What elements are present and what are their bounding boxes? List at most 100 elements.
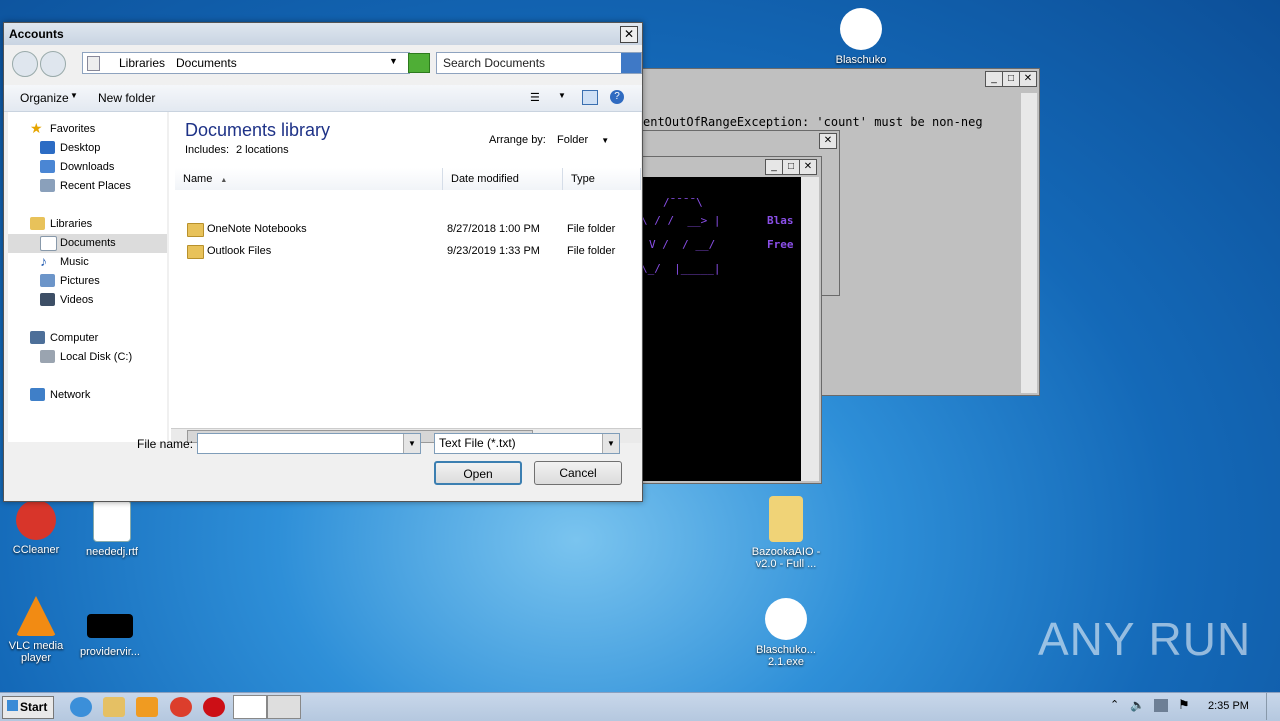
chevron-down-icon: ▼ [70, 91, 78, 100]
file-dialog[interactable]: Accounts ✕ Libraries Documents ▼ Search … [3, 22, 643, 502]
organize-button[interactable]: Organize [20, 91, 69, 105]
new-folder-button[interactable]: New folder [98, 91, 155, 105]
nav-label: Libraries [50, 218, 93, 230]
search-input[interactable]: Search Documents [436, 52, 642, 74]
nav-libraries[interactable]: Libraries [30, 215, 92, 233]
desktop-icon-bazooka[interactable]: BazookaAIO - v2.0 - Full ... [746, 496, 826, 570]
arrange-by-dropdown[interactable]: Folder ▼ [557, 134, 609, 146]
help-icon[interactable]: ? [610, 90, 624, 104]
network-icon [30, 388, 45, 401]
ascii-line: \_/ |_____| [641, 262, 721, 275]
flag-icon[interactable]: ⚑ [1178, 697, 1190, 713]
desktop-icon [40, 141, 55, 154]
recent-places-icon [40, 179, 55, 192]
nav-downloads[interactable]: Downloads [40, 158, 114, 176]
speaker-icon[interactable]: 🔈 [1130, 698, 1145, 712]
column-header-date[interactable]: Date modified [443, 168, 563, 190]
ie-icon[interactable] [70, 697, 92, 717]
refresh-button[interactable] [408, 53, 430, 73]
media-player-icon[interactable] [136, 697, 158, 717]
hard-drive-icon [40, 350, 55, 363]
breadcrumb-documents[interactable]: Documents [176, 56, 237, 70]
blaschuko-logo-icon [840, 8, 882, 50]
nav-label: Pictures [60, 275, 100, 287]
taskbar-blaschuko-2[interactable] [267, 695, 301, 719]
file-row[interactable]: Outlook Files 9/23/2019 1:33 PM File fol… [169, 241, 641, 261]
word-document-icon [93, 500, 131, 542]
chevron-down-icon[interactable]: ▼ [602, 434, 619, 453]
breadcrumb-libraries[interactable]: Libraries [119, 56, 165, 70]
taskbar-blaschuko-active[interactable] [233, 695, 267, 719]
start-button[interactable]: Start [2, 696, 54, 719]
console-window-front[interactable]: _ □ ✕ /¯¯¯¯\ \ / / __> | V / / __/ \_/ |… [640, 156, 822, 484]
view-options-icon[interactable]: ☰ [530, 91, 540, 104]
console-output: /¯¯¯¯\ \ / / __> | V / / __/ \_/ |_____|… [641, 177, 801, 481]
folder-icon [769, 496, 803, 542]
file-name-field[interactable]: ▼ [197, 433, 421, 454]
nav-label: Favorites [50, 123, 96, 135]
nav-favorites[interactable]: ★ Favorites [30, 120, 95, 138]
show-hidden-icons-icon[interactable]: ⌃ [1110, 698, 1119, 711]
close-button[interactable]: ✕ [1019, 71, 1037, 87]
explorer-icon[interactable] [103, 697, 125, 717]
console-scrollbar[interactable] [1021, 93, 1037, 393]
file-row[interactable]: OneNote Notebooks 8/27/2018 1:00 PM File… [169, 219, 641, 239]
nav-desktop[interactable]: Desktop [40, 139, 100, 157]
back-button[interactable] [12, 51, 38, 77]
chevron-down-icon[interactable]: ▼ [558, 91, 566, 100]
sort-up-icon: ▲ [220, 177, 228, 184]
desktop-icon-ccleaner[interactable]: CCleaner [0, 500, 76, 556]
anyrun-watermark: ANY RUN [1038, 613, 1252, 665]
minimize-button[interactable]: _ [985, 71, 1003, 87]
chrome-icon[interactable] [170, 697, 192, 717]
file-type-value: Text File (*.txt) [439, 436, 516, 450]
nav-recent-places[interactable]: Recent Places [40, 177, 131, 195]
show-desktop-button[interactable] [1266, 693, 1279, 720]
opera-icon[interactable] [203, 697, 225, 717]
library-includes-link[interactable]: 2 locations [236, 144, 289, 156]
network-tray-icon[interactable] [1154, 699, 1168, 712]
desktop-icon-label: VLC media player [8, 640, 64, 664]
desktop-icon-blaschuko-exe[interactable]: Blaschuko... 2.1.exe [746, 598, 826, 668]
nav-videos[interactable]: Videos [40, 291, 93, 309]
nav-pictures[interactable]: Pictures [40, 272, 100, 290]
chevron-down-icon[interactable]: ▼ [389, 56, 398, 66]
file-type-select[interactable]: Text File (*.txt) ▼ [434, 433, 620, 454]
address-bar[interactable]: Libraries Documents ▼ [82, 52, 410, 74]
desktop-icon-providervir[interactable]: providervir... [70, 614, 150, 658]
cancel-button[interactable]: Cancel [534, 461, 622, 485]
library-includes-label: Includes: [185, 144, 230, 156]
desktop-icon-neededj[interactable]: neededj.rtf [72, 500, 152, 558]
chevron-down-icon: ▼ [601, 136, 610, 145]
console-scrollbar[interactable] [801, 177, 819, 481]
maximize-button[interactable]: □ [782, 159, 800, 175]
column-header-type[interactable]: Type [563, 168, 641, 190]
clock[interactable]: 2:35 PM [1208, 700, 1249, 712]
search-icon[interactable] [621, 53, 641, 73]
preview-pane-icon[interactable] [582, 90, 598, 105]
file-date: 9/23/2019 1:33 PM [447, 245, 540, 257]
nav-network[interactable]: Network [30, 386, 90, 404]
maximize-button[interactable]: □ [1002, 71, 1020, 87]
nav-music[interactable]: ♪ Music [40, 253, 89, 271]
vlc-cone-icon [16, 596, 56, 636]
forward-button[interactable] [40, 51, 66, 77]
dialog-close-button[interactable]: ✕ [620, 26, 638, 43]
nav-computer[interactable]: Computer [30, 329, 98, 347]
nav-documents[interactable]: Documents [40, 234, 116, 252]
nav-label: Videos [60, 294, 94, 306]
chevron-down-icon[interactable]: ▼ [403, 434, 420, 453]
close-button[interactable]: ✕ [819, 133, 837, 149]
console-title-bar[interactable] [613, 69, 1039, 89]
minimize-button[interactable]: _ [765, 159, 783, 175]
toolbar: Organize ▼ New folder ☰ ▼ ? [4, 85, 642, 112]
open-button[interactable]: Open [434, 461, 522, 485]
desktop-icon-vlc[interactable]: VLC media player [0, 596, 76, 664]
nav-label: Network [50, 389, 91, 401]
close-button[interactable]: ✕ [799, 159, 817, 175]
column-header-name[interactable]: Name ▲ [175, 168, 443, 190]
nav-local-disk[interactable]: Local Disk (C:) [40, 348, 132, 366]
file-type: File folder [567, 245, 616, 257]
desktop-icon-blaschuko[interactable]: Blaschuko [821, 8, 901, 66]
desktop-icon-label: Blaschuko [835, 54, 887, 66]
